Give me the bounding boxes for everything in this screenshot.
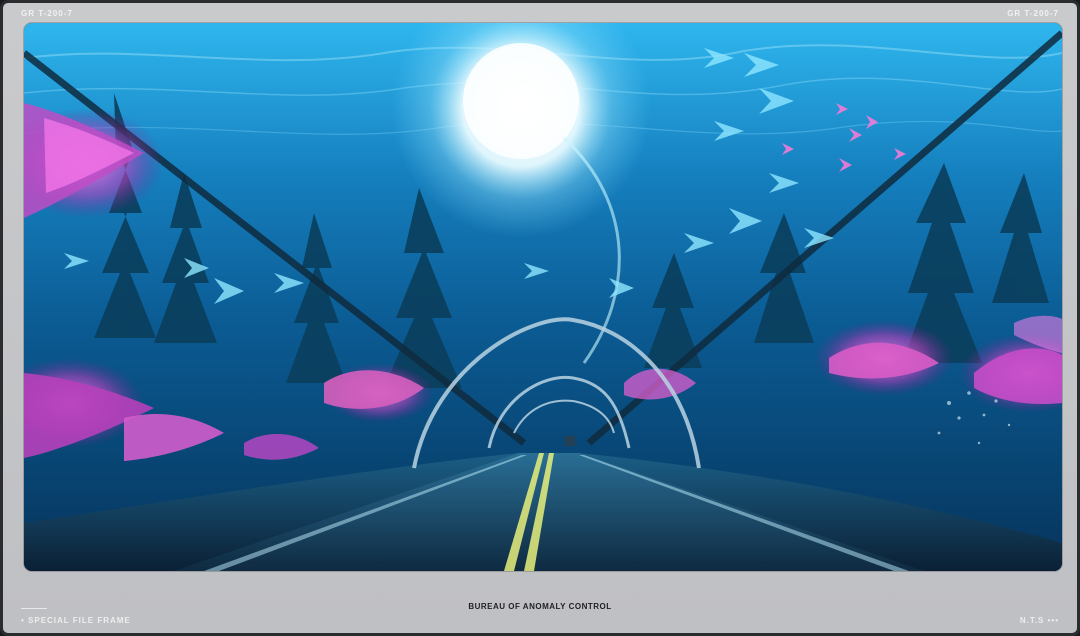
underwater-tunnel-image <box>24 23 1062 571</box>
sun-core <box>463 43 579 159</box>
footer-right-label: N.T.S ••• <box>1019 616 1059 625</box>
caption: BUREAU OF ANOMALY CONTROL <box>468 602 612 611</box>
file-frame: GR T-200-7 GR T-200-7 BUREAU OF ANOMALY … <box>0 0 1080 636</box>
footer-divider <box>21 608 47 609</box>
footer-left-label: • SPECIAL FILE FRAME <box>21 616 131 625</box>
distant-vehicle <box>565 436 575 446</box>
header-code-right: GR T-200-7 <box>1007 9 1059 18</box>
scene-svg <box>24 23 1062 571</box>
header-code-left: GR T-200-7 <box>21 9 73 18</box>
